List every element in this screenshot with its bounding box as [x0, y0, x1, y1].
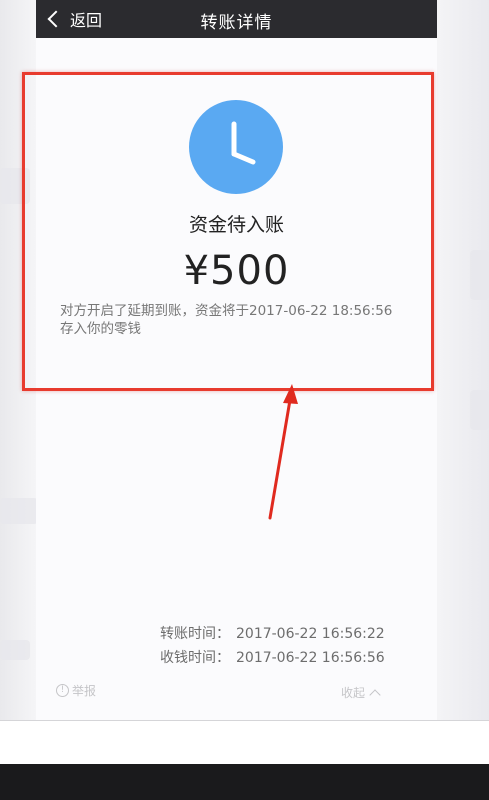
red-arrow-icon	[268, 384, 298, 520]
footer-white-area	[0, 721, 489, 764]
footer-dark-bar	[0, 764, 489, 800]
